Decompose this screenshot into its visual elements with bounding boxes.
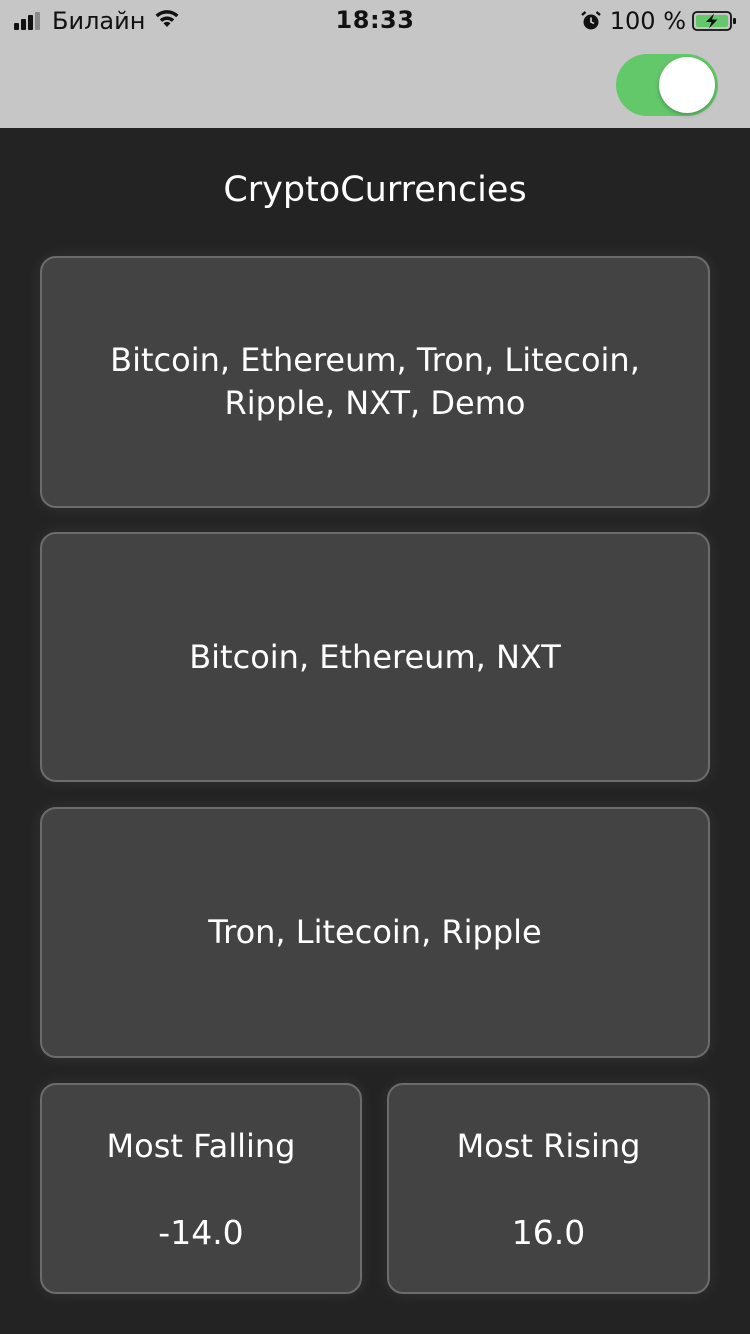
group-card-bitcoin-ethereum-nxt[interactable]: Bitcoin, Ethereum, NXT — [40, 532, 710, 782]
group-card-label: Bitcoin, Ethereum, NXT — [189, 637, 561, 676]
group-card-label: Tron, Litecoin, Ripple — [208, 913, 542, 951]
most-falling-card[interactable]: Most Falling -14.0 — [40, 1083, 362, 1294]
group-card-all[interactable]: Bitcoin, Ethereum, Tron, Litecoin, Rippl… — [40, 256, 710, 508]
battery-icon — [692, 10, 738, 32]
most-falling-value: -14.0 — [158, 1213, 244, 1252]
status-right: 100 % — [580, 6, 738, 36]
battery-percent: 100 % — [609, 7, 686, 35]
group-card-tron-litecoin-ripple[interactable]: Tron, Litecoin, Ripple — [40, 807, 710, 1058]
status-bar: Билайн 18:33 100 % — [0, 0, 750, 40]
most-falling-label: Most Falling — [106, 1127, 296, 1165]
theme-toggle[interactable] — [616, 54, 718, 116]
alarm-icon — [580, 10, 602, 32]
page-title: CryptoCurrencies — [223, 170, 527, 210]
group-card-label: Bitcoin, Ethereum, Tron, Litecoin, Rippl… — [110, 341, 640, 422]
toggle-knob[interactable] — [659, 57, 715, 113]
most-rising-value: 16.0 — [511, 1213, 586, 1252]
most-rising-label: Most Rising — [456, 1127, 641, 1165]
top-bar: Билайн 18:33 100 % — [0, 0, 750, 128]
most-rising-card[interactable]: Most Rising 16.0 — [387, 1083, 710, 1294]
